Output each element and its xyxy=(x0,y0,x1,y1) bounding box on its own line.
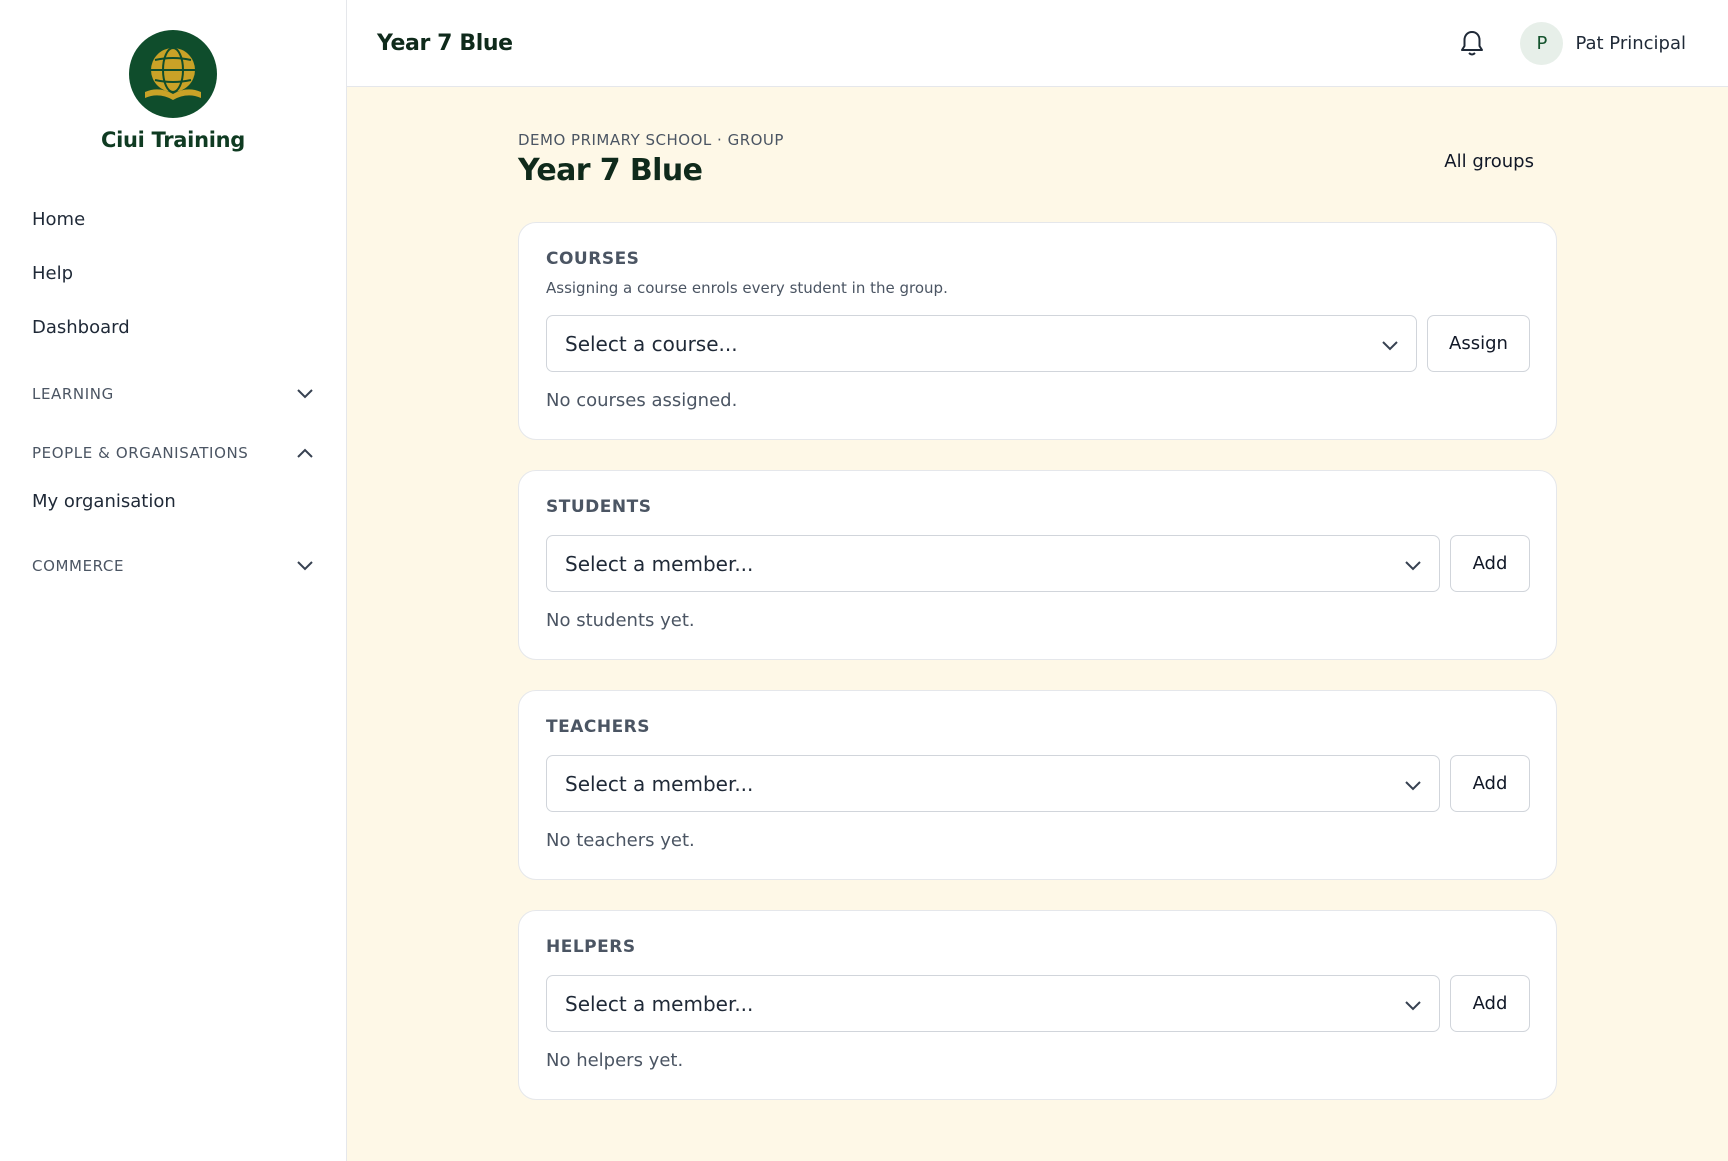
select-value: Select a member... xyxy=(565,771,754,796)
sidebar-section-people[interactable]: PEOPLE & ORGANISATIONS xyxy=(32,444,314,462)
student-select[interactable]: Select a member... xyxy=(546,535,1440,592)
all-groups-link[interactable]: All groups xyxy=(1444,151,1534,172)
brand[interactable]: Ciui Training xyxy=(0,30,346,152)
card-help-text: Assigning a course enrols every student … xyxy=(546,279,948,297)
empty-state: No teachers yet. xyxy=(546,830,695,851)
user-name[interactable]: Pat Principal xyxy=(1575,33,1686,54)
card-label: HELPERS xyxy=(546,937,636,957)
add-teacher-button[interactable]: Add xyxy=(1450,755,1530,812)
chevron-up-icon xyxy=(296,444,314,462)
sidebar-item-help[interactable]: Help xyxy=(32,263,73,284)
card-label: COURSES xyxy=(546,249,640,269)
app: Ciui Training Home Help Dashboard LEARNI… xyxy=(0,0,1728,1161)
card-label: STUDENTS xyxy=(546,497,652,517)
chevron-down-icon xyxy=(1382,332,1398,356)
globe-book-logo-icon xyxy=(129,30,217,118)
student-add-row: Select a member... Add xyxy=(546,535,1530,592)
teacher-add-row: Select a member... Add xyxy=(546,755,1530,812)
content: DEMO PRIMARY SCHOOL · GROUP Year 7 Blue … xyxy=(347,87,1728,1161)
students-card: STUDENTS Select a member... Add No stude… xyxy=(518,470,1557,660)
helper-select[interactable]: Select a member... xyxy=(546,975,1440,1032)
card-label: TEACHERS xyxy=(546,717,651,737)
course-assign-row: Select a course... Assign xyxy=(546,315,1530,372)
page-header: DEMO PRIMARY SCHOOL · GROUP Year 7 Blue … xyxy=(518,131,1557,188)
chevron-down-icon xyxy=(296,557,314,575)
sidebar-item-dashboard[interactable]: Dashboard xyxy=(32,317,130,338)
page-title: Year 7 Blue xyxy=(518,153,703,188)
sidebar-section-learning[interactable]: LEARNING xyxy=(32,385,314,403)
empty-state: No courses assigned. xyxy=(546,390,738,411)
select-value: Select a member... xyxy=(565,991,754,1016)
sidebar-item-home[interactable]: Home xyxy=(32,209,85,230)
empty-state: No students yet. xyxy=(546,610,695,631)
courses-card: COURSES Assigning a course enrols every … xyxy=(518,222,1557,440)
add-student-button[interactable]: Add xyxy=(1450,535,1530,592)
teachers-card: TEACHERS Select a member... Add No teach… xyxy=(518,690,1557,880)
topbar-title: Year 7 Blue xyxy=(377,30,513,56)
sidebar-section-commerce[interactable]: COMMERCE xyxy=(32,557,314,575)
helpers-card: HELPERS Select a member... Add No helper… xyxy=(518,910,1557,1100)
select-value: Select a course... xyxy=(565,331,738,356)
sidebar-section-label: PEOPLE & ORGANISATIONS xyxy=(32,444,249,462)
topbar: Year 7 Blue P Pat Principal xyxy=(347,0,1728,87)
chevron-down-icon xyxy=(1405,772,1421,796)
sidebar-item-my-organisation[interactable]: My organisation xyxy=(32,491,176,512)
course-select[interactable]: Select a course... xyxy=(546,315,1417,372)
sidebar-section-label: COMMERCE xyxy=(32,557,125,575)
sidebar-section-label: LEARNING xyxy=(32,385,114,403)
helper-add-row: Select a member... Add xyxy=(546,975,1530,1032)
sidebar: Ciui Training Home Help Dashboard LEARNI… xyxy=(0,0,347,1161)
empty-state: No helpers yet. xyxy=(546,1050,684,1071)
add-helper-button[interactable]: Add xyxy=(1450,975,1530,1032)
assign-button[interactable]: Assign xyxy=(1427,315,1530,372)
avatar[interactable]: P xyxy=(1520,21,1564,65)
brand-name: Ciui Training xyxy=(100,128,246,152)
main-area: Year 7 Blue P Pat Principal DEMO PRIMARY… xyxy=(347,0,1728,1161)
breadcrumb: DEMO PRIMARY SCHOOL · GROUP xyxy=(518,131,784,149)
bell-icon[interactable] xyxy=(1458,29,1486,57)
chevron-down-icon xyxy=(1405,552,1421,576)
teacher-select[interactable]: Select a member... xyxy=(546,755,1440,812)
select-value: Select a member... xyxy=(565,551,754,576)
chevron-down-icon xyxy=(1405,992,1421,1016)
topbar-actions: P Pat Principal xyxy=(1458,21,1686,65)
chevron-down-icon xyxy=(296,385,314,403)
